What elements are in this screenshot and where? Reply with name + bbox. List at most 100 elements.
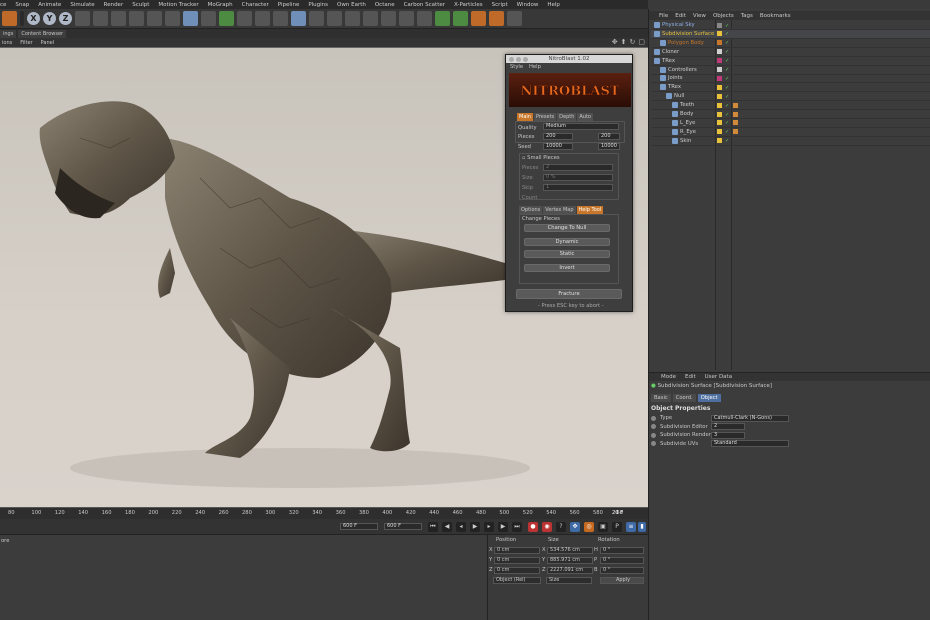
- rocks-icon[interactable]: [471, 11, 486, 26]
- y-axis-button[interactable]: Y: [43, 12, 56, 25]
- material-tag-icon[interactable]: [733, 111, 738, 117]
- keyframe-dot-icon[interactable]: [651, 432, 656, 438]
- object-row[interactable]: Body ✓: [651, 110, 930, 119]
- rotation-field[interactable]: 0 °: [600, 547, 644, 554]
- visibility-check-icon[interactable]: ✓: [725, 103, 730, 109]
- object-row[interactable]: Joints ✓: [651, 74, 930, 84]
- menu-item[interactable]: Own Earth: [337, 2, 366, 8]
- object-row[interactable]: Skin ✓: [651, 137, 930, 146]
- render-settings-icon[interactable]: [129, 11, 144, 26]
- object-row[interactable]: Cloner ✓: [651, 48, 930, 57]
- rotation-field[interactable]: 0 °: [600, 567, 644, 574]
- static-button[interactable]: Static: [524, 250, 610, 258]
- dialog-titlebar[interactable]: NitroBlast 1.02: [506, 55, 632, 63]
- object-menu-item[interactable]: Tags: [741, 13, 753, 19]
- visibility-check-icon[interactable]: ✓: [725, 138, 730, 144]
- autokey-icon[interactable]: ◉: [542, 522, 552, 532]
- script-icon[interactable]: [507, 11, 522, 26]
- layer-color-icon[interactable]: [717, 75, 722, 81]
- light-icon[interactable]: [309, 11, 324, 26]
- visibility-check-icon[interactable]: ✓: [725, 94, 730, 100]
- dialog-menu-style[interactable]: Style: [510, 64, 523, 70]
- tab-vertex-map[interactable]: Vertex Map: [543, 206, 576, 214]
- menu-item[interactable]: Script: [492, 2, 508, 8]
- attribute-value-field[interactable]: Catmull-Clark (N-Gons): [711, 414, 789, 422]
- menu-item[interactable]: Help: [547, 2, 560, 8]
- object-row[interactable]: Null ✓: [651, 92, 930, 102]
- pieces-min-input[interactable]: 200: [543, 133, 573, 140]
- tab-presets[interactable]: Presets: [533, 113, 557, 121]
- xp-emitter-icon[interactable]: [399, 11, 414, 26]
- tab-main[interactable]: Main: [517, 113, 533, 121]
- key-param-icon[interactable]: P: [612, 522, 622, 532]
- maximize-view-icon[interactable]: ▢: [638, 38, 645, 46]
- object-row[interactable]: R_Eye ✓: [651, 128, 930, 137]
- object-menu-item[interactable]: View: [693, 13, 706, 19]
- forester-icon[interactable]: [453, 11, 468, 26]
- seed-min-input[interactable]: 10000: [543, 143, 573, 150]
- object-menu-item[interactable]: Bookmarks: [760, 13, 791, 19]
- object-row[interactable]: Polygon Body ✓: [651, 39, 930, 48]
- keyframe-dot-icon[interactable]: [651, 441, 656, 446]
- viewport-menu-panel[interactable]: Panel: [41, 40, 55, 46]
- deformer-icon[interactable]: [255, 11, 270, 26]
- coord-mode-dropdown[interactable]: Object (Rel): [493, 577, 541, 584]
- menu-item[interactable]: Simulate: [70, 2, 94, 8]
- prev-key-icon[interactable]: ◀: [442, 522, 452, 532]
- menu-item[interactable]: Window: [517, 2, 539, 8]
- invert-button[interactable]: Invert: [524, 264, 610, 272]
- object-menu-item[interactable]: Objects: [713, 13, 734, 19]
- layer-color-icon[interactable]: [717, 93, 722, 99]
- fracture-button[interactable]: Fracture: [516, 289, 622, 299]
- subdivision-icon[interactable]: [219, 11, 234, 26]
- render-queue-icon[interactable]: [147, 11, 162, 26]
- object-row[interactable]: Subdivision Surface ✓: [651, 29, 930, 39]
- object-row[interactable]: Physical Sky ✓: [651, 21, 930, 30]
- attribute-value-field[interactable]: 3: [711, 431, 745, 439]
- tab-depth[interactable]: Depth: [557, 113, 577, 121]
- layer-color-icon[interactable]: [717, 22, 722, 28]
- menu-item[interactable]: X-Particles: [454, 2, 483, 8]
- zoom-view-icon[interactable]: ⬆: [621, 38, 627, 46]
- tab-settings[interactable]: ings: [0, 29, 17, 38]
- pen-icon[interactable]: [201, 11, 216, 26]
- object-menu-item[interactable]: Edit: [675, 13, 686, 19]
- keyframe-dot-icon[interactable]: [651, 415, 656, 421]
- layer-color-icon[interactable]: [717, 129, 722, 135]
- layer-color-icon[interactable]: [717, 111, 722, 117]
- minimize-dot-icon[interactable]: [516, 56, 521, 62]
- move-view-icon[interactable]: ✥: [612, 38, 618, 46]
- menu-item[interactable]: ce: [0, 2, 6, 8]
- visibility-check-icon[interactable]: ✓: [725, 31, 730, 37]
- layer-color-icon[interactable]: [717, 31, 722, 37]
- rotation-field[interactable]: 0 °: [600, 557, 644, 564]
- attr-menu-edit[interactable]: Edit: [685, 374, 696, 380]
- object-menu-item[interactable]: File: [659, 13, 668, 19]
- object-row[interactable]: L_Eye ✓: [651, 119, 930, 128]
- render-view-icon[interactable]: [93, 11, 108, 26]
- menu-item[interactable]: MoGraph: [208, 2, 233, 8]
- tab-auto[interactable]: Auto: [577, 113, 593, 121]
- visibility-check-icon[interactable]: ✓: [725, 40, 730, 46]
- render-picture-icon[interactable]: [111, 11, 126, 26]
- visibility-check-icon[interactable]: ✓: [725, 129, 730, 135]
- menu-item[interactable]: Character: [242, 2, 269, 8]
- camera-icon[interactable]: [291, 11, 306, 26]
- menu-item[interactable]: Snap: [15, 2, 29, 8]
- key-rotation-icon[interactable]: ◎: [584, 522, 594, 532]
- go-end-icon[interactable]: ⏭: [512, 522, 522, 532]
- timeline-icon[interactable]: ≡: [626, 522, 636, 532]
- dialog-menu-help[interactable]: Help: [529, 64, 541, 70]
- layer-color-icon[interactable]: [717, 58, 722, 64]
- prev-frame-icon[interactable]: ◂: [456, 522, 466, 532]
- layer-color-icon[interactable]: [717, 102, 722, 108]
- nitroblast-icon[interactable]: [489, 11, 504, 26]
- small-pieces-checkbox-label[interactable]: ▫ Small Pieces: [522, 155, 560, 161]
- layer-color-icon[interactable]: [717, 67, 722, 72]
- position-field[interactable]: 0 cm: [494, 557, 540, 564]
- change-to-null-button[interactable]: Change To Null: [524, 224, 610, 232]
- object-row[interactable]: TRex ✓: [651, 83, 930, 93]
- move-tool-icon[interactable]: [2, 11, 17, 26]
- carbon-scatter-icon[interactable]: [327, 11, 342, 26]
- key-position-icon[interactable]: ✥: [570, 522, 580, 532]
